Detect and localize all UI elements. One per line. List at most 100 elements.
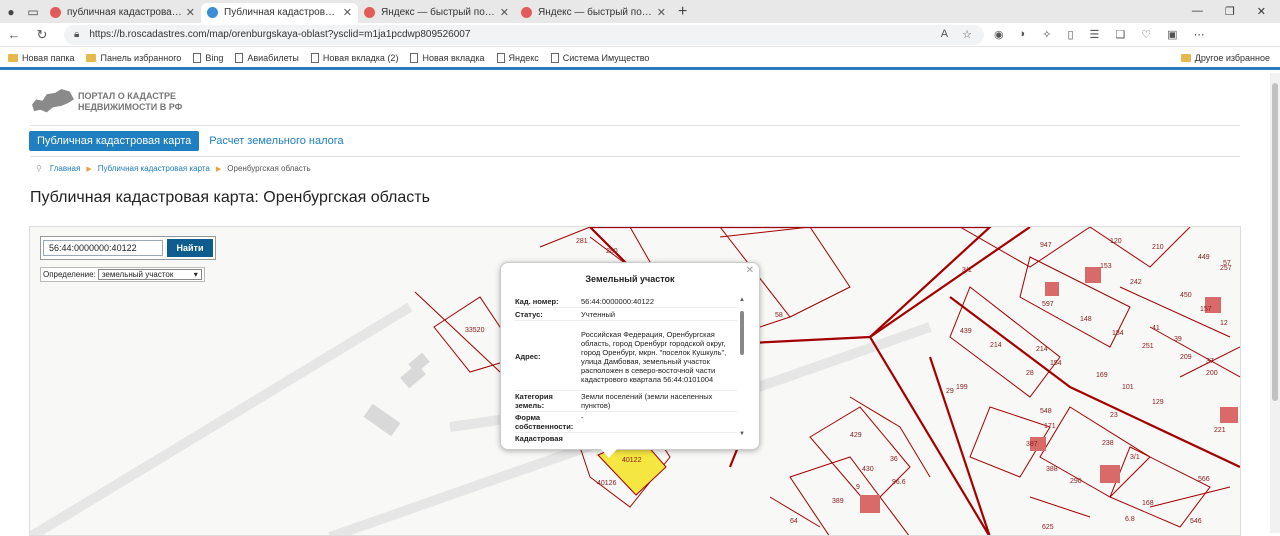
browser-tab-1[interactable]: публичная кадастровая карта о✕ [44, 3, 201, 23]
browser-tab-3[interactable]: Яндекс — быстрый поиск в инт✕ [358, 3, 515, 23]
scroll-thumb[interactable] [740, 311, 744, 355]
page-icon [310, 52, 319, 63]
scroll-down-icon[interactable]: ▼ [739, 431, 745, 437]
parcel-label: 548 [1040, 408, 1052, 415]
bookmark-item[interactable]: Новая папка [8, 53, 74, 63]
tab-cadastral-map[interactable]: Публичная кадастровая карта [29, 131, 200, 151]
parcel-label: 154 [1050, 360, 1062, 367]
extension-icon[interactable]: ◗ [1020, 28, 1027, 41]
site-logo[interactable]: ПОРТАЛ О КАДАСТРЕ НЕДВИЖИМОСТИ В РФ [32, 89, 182, 115]
folder-icon [8, 53, 18, 62]
parcel-label: 58 [775, 312, 783, 319]
parcel-label: 242 [1130, 279, 1142, 286]
close-icon[interactable]: ✕ [746, 265, 754, 276]
sidebar-icon[interactable]: ▣ [1167, 28, 1177, 41]
close-window-icon[interactable]: ✕ [1257, 5, 1266, 18]
new-tab-icon[interactable]: + [678, 3, 687, 21]
parcel-label: 251 [1142, 343, 1154, 350]
parcel-label: 439 [960, 328, 972, 335]
parcel-label: 947 [1040, 242, 1052, 249]
divider [30, 125, 1240, 126]
performance-icon[interactable]: ♡ [1141, 28, 1151, 41]
popup-row: Кадастровая [515, 434, 563, 443]
chevron-right-icon: ▶ [215, 165, 222, 173]
bookmark-item[interactable]: Авиабилеты [235, 52, 299, 63]
bookmark-item[interactable]: Новая вкладка [410, 52, 485, 63]
popup-scrollbar[interactable]: ▲ ▼ [739, 297, 745, 437]
minimize-icon[interactable]: — [1192, 5, 1203, 18]
browser-tab-2[interactable]: Публичная кадастровая карта: О✕ [201, 2, 358, 23]
breadcrumb: ⚲ Главная ▶ Публичная кадастровая карта … [36, 164, 311, 173]
parcel-label: 449 [1198, 254, 1210, 261]
page-scrollbar[interactable] [1270, 73, 1280, 533]
lock-icon[interactable]: 🔒︎ [74, 29, 79, 40]
breadcrumb-home[interactable]: Главная [50, 164, 80, 173]
parcel-label: 214 [1036, 346, 1048, 353]
definition-select[interactable]: земельный участок ▾ [97, 269, 202, 280]
parcel-label: 171 [1044, 423, 1056, 430]
yandex-icon [364, 7, 375, 18]
bookmark-item[interactable]: Система Имущество [550, 52, 649, 63]
bookmark-item[interactable]: Панель избранного [86, 53, 181, 63]
yandex-icon [50, 7, 61, 18]
parcel-label: 120 [1110, 238, 1122, 245]
parcel-label: 3/1 [962, 267, 972, 274]
extension-icon[interactable]: ◉ [994, 28, 1004, 41]
split-screen-icon[interactable]: ▯ [1067, 28, 1073, 41]
parcel-label: 39 [1174, 336, 1182, 343]
tab-actions-icon[interactable]: ▭ [22, 3, 44, 21]
menu-icon[interactable]: ⋯ [1194, 28, 1205, 41]
parcel-label: 157 [1200, 306, 1212, 313]
find-button[interactable]: Найти [167, 239, 213, 257]
close-tab-icon[interactable]: ✕ [186, 6, 195, 19]
extensions: ◉ ◗ ✧ ▯ ☰ ❏ ♡ ▣ ⋯ [994, 28, 1205, 41]
folder-icon [86, 53, 97, 62]
close-tab-icon[interactable]: ✕ [657, 6, 666, 19]
address-bar: ← ↻ 🔒︎ https://b.roscadastres.com/map/or… [0, 23, 1280, 47]
parcel-label: 221 [1214, 427, 1226, 434]
browser-tab-bar: ● ▭ публичная кадастровая карта о✕ Публи… [0, 0, 1280, 23]
favorites-icon[interactable]: ☰ [1090, 28, 1100, 41]
scroll-up-icon[interactable]: ▲ [739, 297, 745, 303]
favorite-star-icon[interactable]: ☆ [962, 28, 972, 41]
yandex-icon [521, 7, 532, 18]
bookmarks-bar: Новая папка Панель избранного Bing Авиаб… [0, 48, 1280, 70]
cadastral-map[interactable]: 281 280 33520 58 40122 40126 429 430 389 36 96.6 9 6… [29, 226, 1241, 536]
web-page: ПОРТАЛ О КАДАСТРЕ НЕДВИЖИМОСТИ В РФ Публи… [0, 73, 1270, 536]
parcel-label: 153 [1100, 263, 1112, 270]
window-controls: — ❐ ✕ [1192, 5, 1280, 18]
browser-tab-4[interactable]: Яндекс — быстрый поиск в инте✕ [515, 3, 672, 23]
maximize-icon[interactable]: ❐ [1225, 5, 1235, 18]
popup-row: Кад. номер: 56:44:0000000:40122 [515, 297, 737, 308]
back-icon[interactable]: ← [0, 27, 28, 42]
parcel-label: 40126 [597, 480, 617, 487]
bookmark-item[interactable]: Новая вкладка (2) [310, 52, 398, 63]
refresh-icon[interactable]: ↻ [28, 27, 56, 43]
close-tab-icon[interactable]: ✕ [343, 6, 352, 19]
collections-icon[interactable]: ❏ [1115, 28, 1125, 41]
parcel-label: 430 [862, 466, 874, 473]
close-tab-icon[interactable]: ✕ [500, 6, 509, 19]
bookmark-item[interactable]: Bing [193, 52, 223, 63]
bookmark-item[interactable]: Яндекс [496, 52, 539, 63]
scroll-thumb[interactable] [1272, 83, 1278, 401]
page-icon [410, 52, 419, 63]
breadcrumb-map[interactable]: Публичная кадастровая карта [98, 164, 210, 173]
breadcrumb-current: Оренбургская область [227, 164, 311, 173]
search-input[interactable]: 56:44:0000000:40122 [43, 240, 163, 256]
parcel-label: 210 [1152, 244, 1164, 251]
parcel-label: 40122 [622, 457, 642, 464]
plane-icon [235, 52, 244, 63]
parcel-label: 148 [1080, 316, 1092, 323]
parcel-label: 129 [1152, 399, 1164, 406]
parcel-label: 387 [1026, 441, 1038, 448]
read-aloud-icon[interactable]: A [941, 28, 948, 41]
url-field[interactable]: 🔒︎ https://b.roscadastres.com/map/orenbu… [64, 24, 984, 45]
parcel-label: 199 [956, 384, 968, 391]
tab-land-tax[interactable]: Расчет земельного налога [209, 135, 343, 147]
profile-icon[interactable]: ● [0, 3, 22, 21]
parcel-info-popup: ✕ Земельный участок Кад. номер: 56:44:000… [500, 262, 760, 458]
other-bookmarks[interactable]: Другое избранное [1180, 53, 1270, 63]
puzzle-icon[interactable]: ✧ [1042, 28, 1051, 41]
site-nav: Публичная кадастровая карта Расчет земел… [29, 131, 344, 151]
